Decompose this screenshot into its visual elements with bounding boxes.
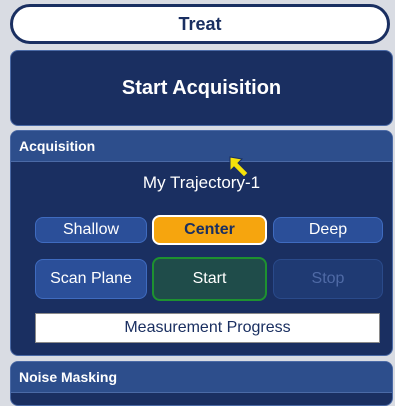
shallow-button[interactable]: Shallow [35, 217, 147, 243]
acquisition-panel: Treat Start Acquisition Acquisition My T… [0, 0, 395, 406]
noise-masking-header-label: Noise Masking [19, 369, 118, 385]
noise-masking-header[interactable]: Noise Masking [11, 362, 392, 393]
acquisition-section: Acquisition My Trajectory-1 Shallow Cent… [10, 130, 393, 356]
treat-button[interactable]: Treat [10, 4, 390, 44]
trajectory-name: My Trajectory-1 [142, 173, 261, 192]
stop-button[interactable]: Stop [273, 259, 383, 299]
stop-label: Stop [311, 270, 345, 287]
measurement-progress-bar: Measurement Progress [35, 313, 380, 343]
start-label: Start [192, 270, 227, 287]
noise-masking-section: Noise Masking [10, 361, 393, 406]
mouse-pointer-icon [229, 156, 249, 178]
acquisition-header-label: Acquisition [19, 138, 96, 154]
start-acquisition-label: Start Acquisition [121, 76, 282, 99]
scan-plane-label: Scan Plane [50, 270, 132, 287]
deep-button[interactable]: Deep [273, 217, 383, 243]
start-acquisition-button[interactable]: Start Acquisition [10, 50, 393, 126]
measurement-progress-label: Measurement Progress [124, 319, 291, 336]
center-button[interactable]: Center [152, 215, 267, 245]
center-label: Center [184, 221, 235, 238]
treat-label: Treat [178, 13, 222, 34]
shallow-label: Shallow [62, 221, 120, 238]
deep-label: Deep [308, 221, 348, 238]
start-button[interactable]: Start [152, 257, 267, 301]
scan-plane-button[interactable]: Scan Plane [35, 259, 147, 299]
acquisition-header: Acquisition [11, 131, 392, 162]
